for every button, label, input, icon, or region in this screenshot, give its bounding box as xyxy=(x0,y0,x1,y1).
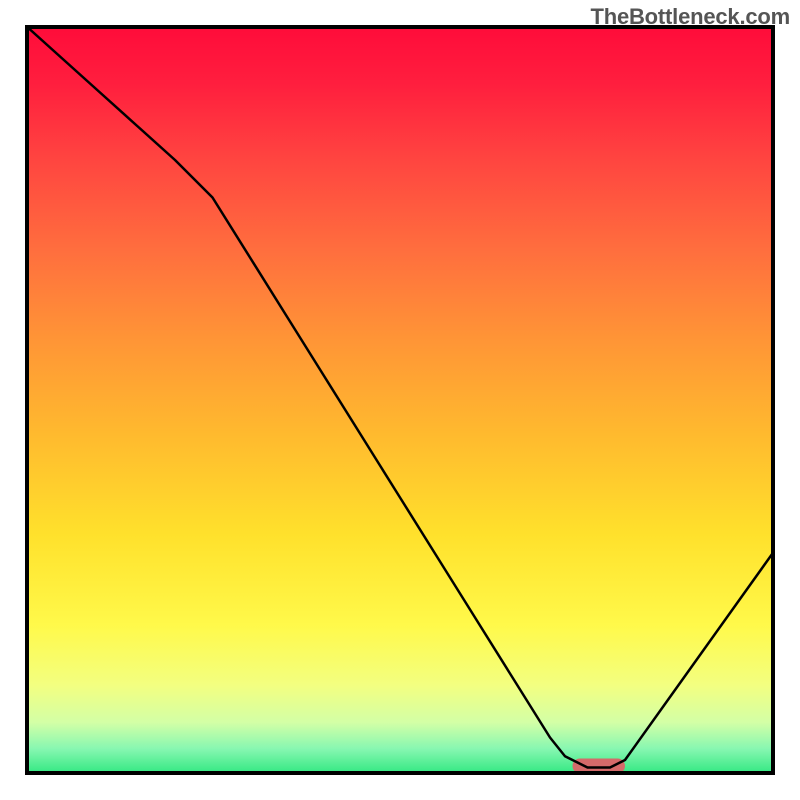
chart-container: TheBottleneck.com xyxy=(0,0,800,800)
watermark-text: TheBottleneck.com xyxy=(590,4,790,30)
plot-area xyxy=(25,25,775,775)
bottleneck-curve xyxy=(25,25,775,768)
plot-foreground xyxy=(25,25,775,775)
target-marker xyxy=(573,759,626,774)
